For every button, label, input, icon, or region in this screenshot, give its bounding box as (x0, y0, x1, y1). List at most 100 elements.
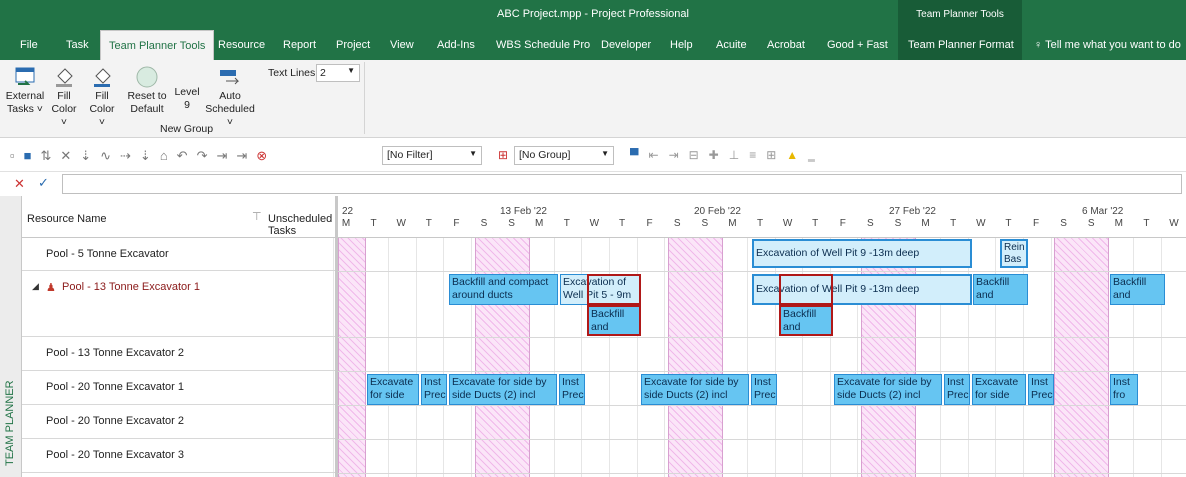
task-bar[interactable]: Excavate for side (367, 374, 419, 405)
task-bar[interactable]: Backfill and (1110, 274, 1165, 305)
tab-team-planner-format[interactable]: Team Planner Format (908, 30, 1014, 60)
day-label: T (425, 218, 432, 229)
level-label: Level 9 (174, 86, 200, 111)
auto-scheduled-button[interactable]: Auto Scheduled ˅ (204, 66, 256, 129)
day-label: T (756, 218, 764, 229)
chevron-down-icon: ▼ (469, 149, 477, 158)
task-bar[interactable]: Backfill and (973, 274, 1028, 305)
title-bar: ABC Project.mpp - Project Professional T… (0, 0, 1186, 30)
day-label: T (950, 218, 957, 229)
reset-to-default-button[interactable]: Reset to Default (124, 66, 170, 116)
resource-row[interactable]: Pool - 20 Tonne Excavator 2 (22, 405, 335, 439)
task-bar[interactable]: Backfill and (587, 305, 641, 336)
resource-row[interactable]: Pool - 20 Tonne Excavator 1 (22, 371, 335, 405)
day-label: W (976, 218, 986, 229)
task-bar[interactable]: Inst Prec (944, 374, 970, 405)
day-label: W (1169, 218, 1179, 229)
chevron-down-icon: ▼ (347, 66, 355, 75)
day-label: T (618, 218, 626, 229)
tab-task[interactable]: Task (66, 30, 89, 60)
task-bar[interactable]: Excavate for side (972, 374, 1026, 405)
external-tasks-icon (13, 66, 37, 88)
task-bar[interactable]: Backfill and compact around ducts (449, 274, 558, 305)
fill-color-button-1[interactable]: Fill Color ˅ (48, 66, 80, 129)
day-label: W (396, 218, 406, 229)
task-bar[interactable]: Excavate for side by side Ducts (2) incl (641, 374, 749, 405)
toolbar-icons-2[interactable]: ▀⇤⇥⊟✚⊥≡⊞▲‗ (630, 148, 825, 162)
day-label: M (728, 218, 737, 229)
tab-report[interactable]: Report (283, 30, 316, 60)
enter-icon[interactable]: ✓ (38, 175, 49, 191)
collapse-icon[interactable]: ◢ (32, 281, 39, 292)
resource-row[interactable]: ◢ ♟ Pool - 13 Tonne Excavator 1 (22, 271, 335, 337)
toolbar-icons[interactable]: ▫■⇅✕⇣∿⇢⇣⌂↶↷⇥⇥⊗ (10, 148, 276, 164)
day-label: T (1005, 218, 1012, 229)
task-bar[interactable]: Rein Bas (1000, 239, 1028, 268)
tab-add-ins[interactable]: Add-Ins (437, 30, 475, 60)
filter-icon[interactable]: ⊤ (252, 210, 262, 223)
side-bar: TEAM PLANNER (0, 196, 22, 477)
tab-team-planner-tools[interactable]: Team Planner Tools (100, 30, 215, 60)
unscheduled-header[interactable]: Unscheduled Tasks (268, 213, 335, 237)
resource-name-header[interactable]: Resource Name (27, 213, 106, 225)
task-bar[interactable]: Inst Prec (559, 374, 585, 405)
day-label: S (1060, 218, 1067, 229)
day-label: S (508, 218, 515, 229)
resource-row[interactable]: Pool - 13 Tonne Excavator 2 (22, 337, 335, 371)
divider (364, 62, 365, 134)
overallocation-marker (587, 274, 641, 305)
task-bar[interactable]: Backfill and (779, 305, 833, 336)
tab-wbs-schedule-pro[interactable]: WBS Schedule Pro (496, 30, 590, 60)
tab-project[interactable]: Project (336, 30, 370, 60)
tab-developer[interactable]: Developer (601, 30, 651, 60)
weekend-band (338, 238, 366, 477)
day-label: M (921, 218, 930, 229)
task-bar[interactable]: Inst Prec (421, 374, 447, 405)
quick-access-toolbar: ▫■⇅✕⇣∿⇢⇣⌂↶↷⇥⇥⊗ [No Filter] ▼ ⊞ [No Group]… (0, 138, 1186, 172)
day-label: F (839, 218, 846, 229)
tab-help[interactable]: Help (670, 30, 693, 60)
task-bar[interactable]: Inst fro (1110, 374, 1138, 405)
entry-field[interactable] (62, 174, 1182, 194)
day-label: T (563, 218, 570, 229)
filter-select[interactable]: [No Filter] ▼ (382, 146, 482, 165)
ribbon-tabs: File Task Team Planner Tools Resource Re… (0, 30, 1186, 60)
group-icon: ⊞ (498, 148, 509, 162)
day-label: S (701, 218, 709, 229)
tell-me-text: Tell me what you want to do (1045, 39, 1181, 51)
arrow-right-icon (218, 66, 242, 88)
tab-resource[interactable]: Resource (218, 30, 265, 60)
day-label: F (646, 218, 653, 229)
cancel-icon[interactable]: ✕ (14, 176, 25, 192)
tab-acrobat[interactable]: Acrobat (767, 30, 805, 60)
tab-good-fast[interactable]: Good + Fast (827, 30, 888, 60)
person-icon: ♟ (46, 282, 56, 294)
circle-icon (135, 66, 159, 88)
tab-acuite[interactable]: Acuite (716, 30, 747, 60)
tab-file[interactable]: File (20, 30, 38, 60)
tab-view[interactable]: View (390, 30, 414, 60)
resource-row[interactable]: Pool - 5 Tonne Excavator (22, 238, 335, 271)
task-bar[interactable]: Inst Prec (751, 374, 777, 405)
day-label: T (812, 218, 819, 229)
task-bar[interactable]: Excavate for side by side Ducts (2) incl (449, 374, 557, 405)
lightbulb-icon: ♀ (1034, 39, 1043, 51)
day-label: S (673, 218, 681, 229)
ribbon: External Tasks ˅ Fill Color ˅ Fill Color ˅ … (0, 60, 1186, 138)
day-label: S (480, 218, 488, 229)
task-bar[interactable]: Inst Prec (1028, 374, 1054, 405)
chevron-down-icon: ▼ (601, 149, 609, 158)
fill-color-button-2[interactable]: Fill Color ˅ (86, 66, 118, 129)
context-tab-title: Team Planner Tools (898, 0, 1022, 30)
tell-me-search[interactable]: ♀ Tell me what you want to do (1034, 30, 1181, 60)
external-tasks-button[interactable]: External Tasks ˅ (4, 66, 46, 116)
timescale: 22 13 Feb '22 20 Feb '22 27 Feb '22 6 Ma… (338, 196, 1186, 238)
side-label: TEAM PLANNER (4, 380, 16, 466)
day-label: M (341, 218, 351, 229)
group-select[interactable]: [No Group] ▼ (514, 146, 614, 165)
day-label: F (1032, 218, 1040, 229)
text-lines-select[interactable]: 2 ▼ (316, 64, 360, 82)
task-bar[interactable]: Excavation of Well Pit 9 -13m deep (752, 239, 972, 268)
resource-row[interactable]: Pool - 20 Tonne Excavator 3 (22, 439, 335, 473)
task-bar[interactable]: Excavate for side by side Ducts (2) incl (834, 374, 942, 405)
